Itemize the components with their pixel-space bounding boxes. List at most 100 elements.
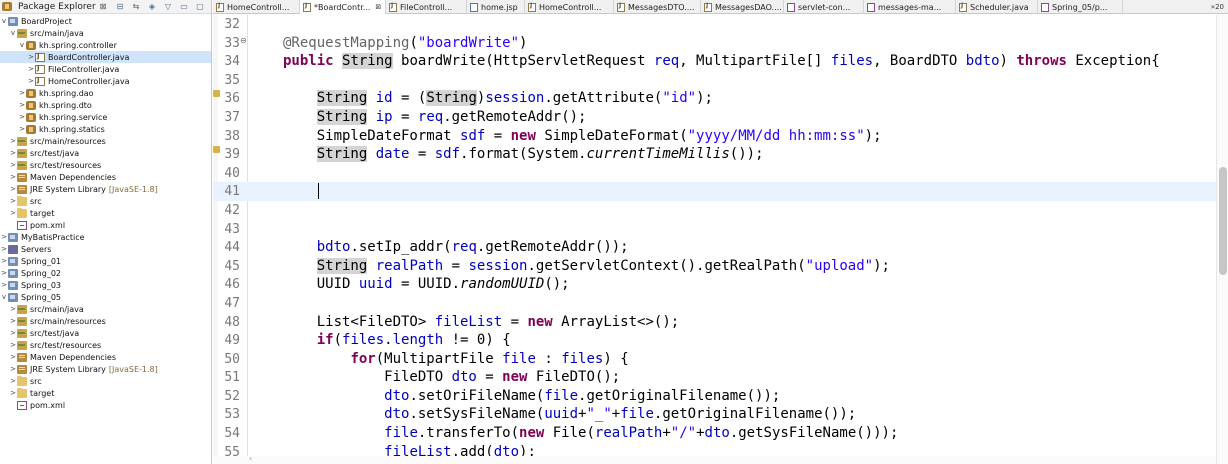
tree-item[interactable]: > BoardController.java [0, 51, 211, 63]
focus-icon[interactable]: ◈ [147, 2, 157, 12]
tree-item[interactable]: > HomeController.java [0, 75, 211, 87]
collapsed-arrow-icon[interactable]: > [9, 305, 17, 313]
collapsed-arrow-icon[interactable]: > [0, 233, 8, 241]
collapsed-arrow-icon[interactable]: > [9, 353, 17, 361]
collapsed-arrow-icon[interactable]: > [18, 89, 26, 97]
editor-tab[interactable]: servlet-con... [784, 0, 864, 14]
collapsed-arrow-icon[interactable]: > [9, 329, 17, 337]
expanded-arrow-icon[interactable]: v [9, 29, 17, 37]
tree-item[interactable]: > src/test/resources [0, 339, 211, 351]
code-line[interactable]: 45 String realPath = session.getServletC… [213, 257, 1216, 276]
code-line[interactable]: 53 dto.setSysFileName(uuid+"_"+file.getO… [213, 405, 1216, 424]
horizontal-scrollbar[interactable]: ‹ [213, 454, 1216, 464]
code-line[interactable]: 48 List<FileDTO> fileList = new ArrayLis… [213, 313, 1216, 332]
tree-item[interactable]: > Spring_03 [0, 279, 211, 291]
tree-item[interactable]: > JRE System Library [JavaSE-1.8] [0, 363, 211, 375]
vertical-scrollbar-thumb[interactable] [1219, 167, 1227, 275]
tree-item[interactable]: > src/main/java [0, 303, 211, 315]
tree-item[interactable]: > src/test/java [0, 147, 211, 159]
tree-item[interactable]: > MyBatisPractice [0, 231, 211, 243]
vertical-scrollbar[interactable] [1216, 15, 1228, 464]
code-line[interactable]: 36 String id = (String)session.getAttrib… [213, 89, 1216, 108]
collapsed-arrow-icon[interactable]: > [18, 113, 26, 121]
code-line[interactable]: 41 [213, 182, 1216, 201]
collapsed-arrow-icon[interactable]: > [9, 185, 17, 193]
editor-tab[interactable]: home.jsp [467, 0, 525, 14]
collapsed-arrow-icon[interactable]: > [9, 341, 17, 349]
minimize-icon[interactable]: ▭ [179, 2, 189, 12]
expanded-arrow-icon[interactable]: v [18, 41, 26, 49]
collapsed-arrow-icon[interactable]: > [9, 389, 17, 397]
close-tab-icon[interactable]: ⊠ [375, 3, 381, 11]
code-line[interactable]: 40 [213, 164, 1216, 183]
tree-item[interactable]: pom.xml [0, 399, 211, 411]
warning-marker-icon[interactable] [213, 90, 220, 98]
tree-item[interactable]: > target [0, 207, 211, 219]
code-line[interactable]: 49 if(files.length != 0) { [213, 331, 1216, 350]
collapsed-arrow-icon[interactable]: > [9, 317, 17, 325]
tree-item[interactable]: > src/test/java [0, 327, 211, 339]
editor-tab[interactable]: MessagesDAO.... [701, 0, 784, 14]
collapsed-arrow-icon[interactable]: > [9, 197, 17, 205]
code-line[interactable]: 39 String date = sdf.format(System.curre… [213, 145, 1216, 164]
collapsed-arrow-icon[interactable]: > [0, 245, 8, 253]
tree-item[interactable]: > target [0, 387, 211, 399]
collapsed-arrow-icon[interactable]: > [9, 365, 17, 373]
tree-item[interactable]: > src/main/resources [0, 315, 211, 327]
editor-tab[interactable]: MessagesDTO.... [614, 0, 701, 14]
code-line[interactable]: 43 [213, 220, 1216, 239]
collapsed-arrow-icon[interactable]: > [27, 65, 35, 73]
tree-item[interactable]: > FileController.java [0, 63, 211, 75]
view-menu-icon[interactable]: ▽ [163, 2, 173, 12]
editor-tab[interactable]: FileControll... [386, 0, 467, 14]
maximize-icon[interactable]: ▢ [195, 2, 205, 12]
collapsed-arrow-icon[interactable]: > [9, 377, 17, 385]
tree-item[interactable]: v BoardProject [0, 15, 211, 27]
expanded-arrow-icon[interactable]: v [0, 293, 8, 301]
tree-item[interactable]: > src [0, 375, 211, 387]
tree-item[interactable]: > kh.spring.service [0, 111, 211, 123]
collapsed-arrow-icon[interactable]: > [9, 149, 17, 157]
tree-item[interactable]: > Maven Dependencies [0, 171, 211, 183]
editor-tab[interactable]: *BoardContr... ⊠ [300, 0, 386, 14]
code-line[interactable]: 46 UUID uuid = UUID.randomUUID(); [213, 275, 1216, 294]
tree-item[interactable]: > JRE System Library [JavaSE-1.8] [0, 183, 211, 195]
link-with-editor-icon[interactable]: ⇆ [131, 2, 141, 12]
code-line[interactable]: 44 bdto.setIp_addr(req.getRemoteAddr()); [213, 238, 1216, 257]
editor-tab[interactable]: HomeControll... [525, 0, 614, 14]
tree-item[interactable]: v Spring_05 [0, 291, 211, 303]
tree-item[interactable]: > kh.spring.dao [0, 87, 211, 99]
tree-item[interactable]: > kh.spring.dto [0, 99, 211, 111]
tree-item[interactable]: pom.xml [0, 219, 211, 231]
collapsed-arrow-icon[interactable]: > [0, 281, 8, 289]
code-line[interactable]: 35 [213, 71, 1216, 90]
collapsed-arrow-icon[interactable]: > [0, 257, 8, 265]
collapsed-arrow-icon[interactable]: > [27, 53, 35, 61]
expanded-arrow-icon[interactable]: v [0, 17, 8, 25]
more-tabs-button[interactable]: »20 [1211, 0, 1228, 13]
collapsed-arrow-icon[interactable]: > [9, 173, 17, 181]
code-line[interactable]: 47 [213, 294, 1216, 313]
tree-item[interactable]: > Spring_01 [0, 255, 211, 267]
tree-item[interactable]: > Maven Dependencies [0, 351, 211, 363]
tree-item[interactable]: > src/main/resources [0, 135, 211, 147]
collapsed-arrow-icon[interactable]: > [18, 125, 26, 133]
collapsed-arrow-icon[interactable]: > [27, 77, 35, 85]
code-line[interactable]: 32 [213, 15, 1216, 34]
tree-item[interactable]: > Servers [0, 243, 211, 255]
code-line[interactable]: 50 for(MultipartFile file : files) { [213, 350, 1216, 369]
code-line[interactable]: 37 String ip = req.getRemoteAddr(); [213, 108, 1216, 127]
tree-item[interactable]: v src/main/java [0, 27, 211, 39]
collapsed-arrow-icon[interactable]: > [9, 209, 17, 217]
editor-tab[interactable]: Scheduler.java [956, 0, 1038, 14]
warning-marker-icon[interactable] [213, 146, 220, 154]
editor-tab[interactable]: messages-ma... [864, 0, 956, 14]
code-line[interactable]: 38 SimpleDateFormat sdf = new SimpleDate… [213, 127, 1216, 146]
code-line[interactable]: 51 FileDTO dto = new FileDTO(); [213, 368, 1216, 387]
collapsed-arrow-icon[interactable]: > [9, 161, 17, 169]
tree-item[interactable]: > src/test/resources [0, 159, 211, 171]
tree-item[interactable]: > Spring_02 [0, 267, 211, 279]
package-explorer-close-icon[interactable]: ⊠ [100, 2, 107, 11]
code-line[interactable]: 33 ⊖ @RequestMapping("boardWrite") [213, 34, 1216, 53]
tree-item[interactable]: v kh.spring.controller [0, 39, 211, 51]
